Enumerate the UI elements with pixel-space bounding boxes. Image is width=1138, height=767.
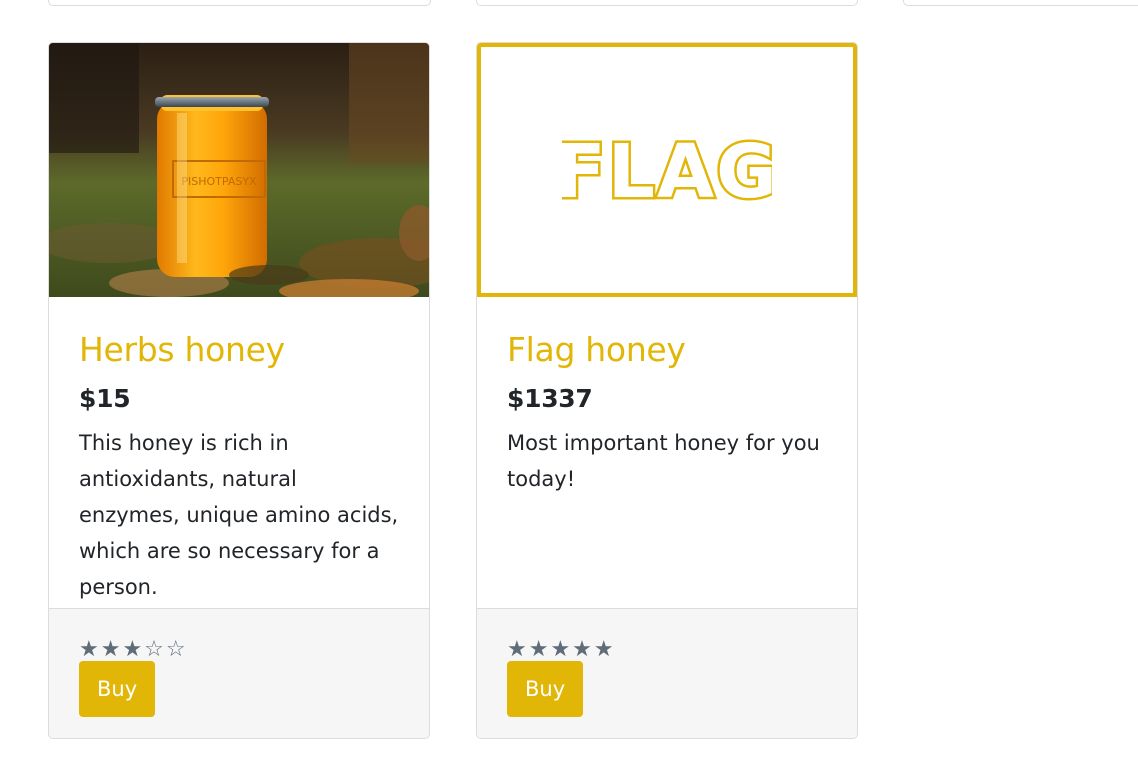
flag-logo-text: FLAG bbox=[562, 135, 772, 205]
product-card-herbs-honey: PISHOTPASYX Herbs honey $15 This honey i… bbox=[48, 42, 430, 739]
flag-logo: FLAG bbox=[562, 135, 772, 205]
product-card-body: Flag honey $1337 Most important honey fo… bbox=[477, 297, 857, 610]
product-description: This honey is rich in antioxidants, natu… bbox=[79, 430, 399, 599]
product-card-flag-honey: FLAG Flag honey $1337 Most important hon… bbox=[476, 42, 858, 739]
product-description: Most important honey for you today! bbox=[507, 430, 820, 491]
product-card-footer: ★★★★★ Buy bbox=[477, 608, 857, 738]
buy-button[interactable]: Buy bbox=[79, 661, 156, 717]
product-image-honey-jar[interactable]: PISHOTPASYX bbox=[49, 43, 429, 297]
product-price: $1337 bbox=[507, 383, 593, 413]
buy-button[interactable]: Buy bbox=[507, 661, 584, 717]
product-title[interactable]: Flag honey bbox=[507, 330, 827, 370]
previous-row-card bbox=[903, 0, 1138, 6]
honey-jar-photo: PISHOTPASYX bbox=[49, 43, 429, 297]
product-title[interactable]: Herbs honey bbox=[79, 330, 399, 370]
product-image-flag[interactable]: FLAG bbox=[477, 43, 857, 297]
product-price: $15 bbox=[79, 383, 131, 413]
flag-image-frame: FLAG bbox=[477, 43, 857, 297]
jar-label-text: PISHOTPASYX bbox=[181, 175, 257, 188]
product-card-body: Herbs honey $15 This honey is rich in an… bbox=[49, 297, 429, 610]
previous-row-card bbox=[48, 0, 431, 6]
previous-row-card bbox=[476, 0, 858, 6]
product-card-footer: ★★★☆☆ Buy bbox=[49, 608, 429, 738]
